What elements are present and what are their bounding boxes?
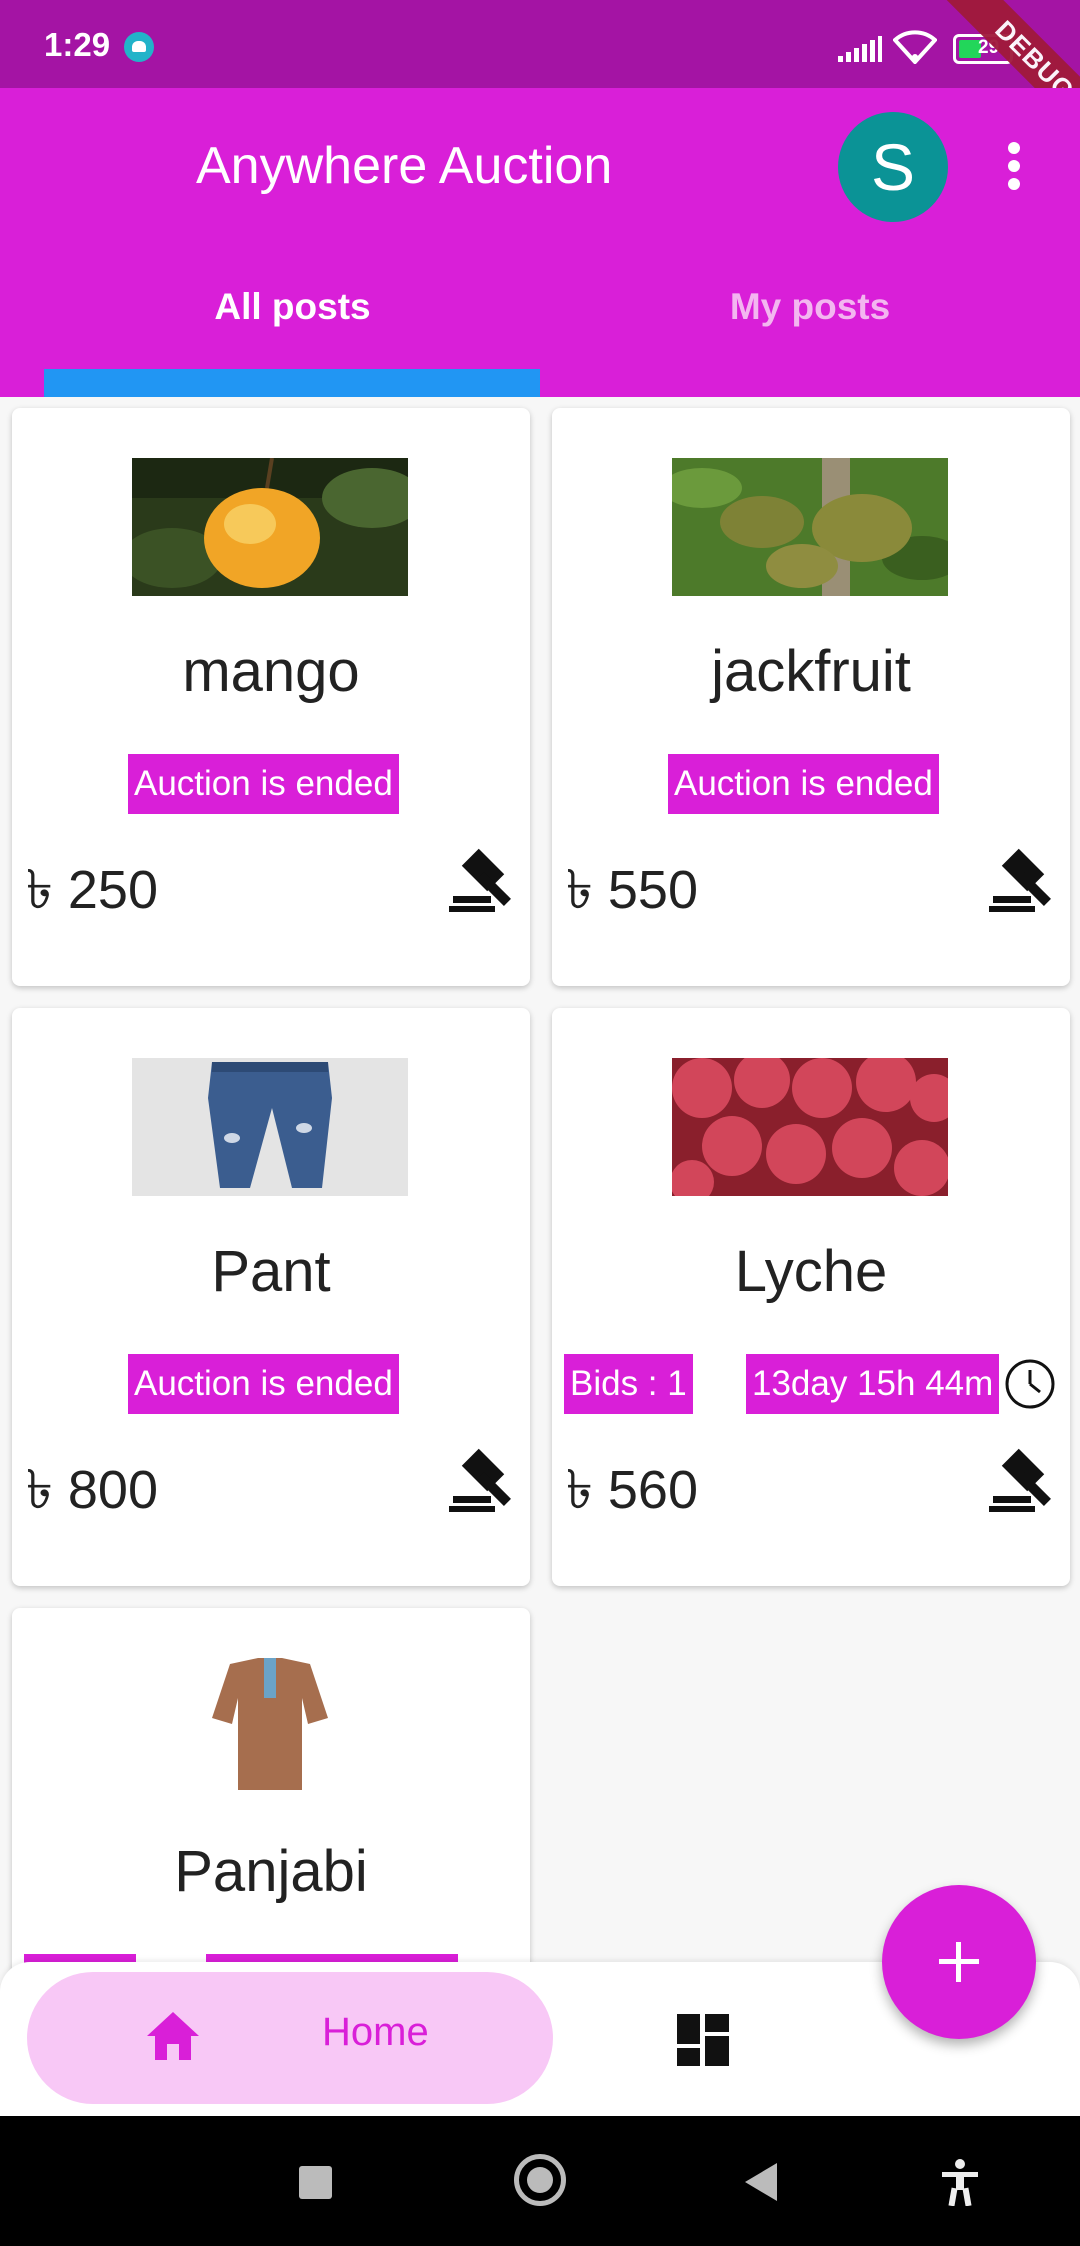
post-card-jackfruit[interactable]: jackfruit Auction is ended ৳ 550 — [552, 408, 1070, 986]
nav-home-label: Home — [322, 2010, 429, 2054]
auction-status-badge: Auction is ended — [128, 1354, 399, 1414]
post-price: ৳ 250 — [26, 860, 158, 920]
post-price: ৳ 800 — [26, 1460, 158, 1520]
gavel-icon[interactable] — [989, 840, 1065, 916]
nav-home[interactable]: Home — [27, 1972, 553, 2104]
app-title: Anywhere Auction — [196, 137, 613, 195]
system-nav-bar — [0, 2116, 1080, 2246]
accessibility-icon[interactable] — [938, 2158, 982, 2206]
tab-my-posts[interactable]: My posts — [540, 242, 1080, 372]
system-home-icon[interactable] — [514, 2154, 566, 2206]
status-bar: 1:29 29 DEBUG — [0, 0, 1080, 167]
gavel-icon[interactable] — [449, 1440, 525, 1516]
wifi-icon — [893, 30, 937, 64]
status-time: 1:29 — [44, 26, 111, 63]
post-name: jackfruit — [711, 639, 911, 704]
recent-apps-icon[interactable] — [299, 2166, 332, 2199]
mango-photo — [132, 458, 408, 596]
post-name: Panjabi — [174, 1839, 368, 1904]
post-card-mango[interactable]: mango Auction is ended ৳ 250 — [12, 408, 530, 986]
post-card-panjabi[interactable]: Panjabi — [12, 1608, 530, 2008]
tab-all-posts[interactable]: All posts — [0, 242, 585, 372]
dashboard-icon[interactable] — [677, 2014, 729, 2066]
add-post-button[interactable] — [882, 1885, 1036, 2039]
more-options-icon[interactable] — [1000, 142, 1028, 198]
post-price: ৳ 550 — [566, 860, 698, 920]
post-name: Lyche — [734, 1239, 888, 1304]
clock-icon — [1005, 1359, 1055, 1409]
panjabi-photo — [132, 1658, 408, 1796]
post-card-lyche[interactable]: Lyche Bids : 1 13day 15h 44m ৳ 560 — [552, 1008, 1070, 1586]
post-name: Pant — [211, 1239, 331, 1304]
tab-bar: All posts My posts — [0, 242, 1080, 397]
time-left-badge: 13day 15h 44m — [746, 1354, 1000, 1414]
signal-icon — [838, 36, 882, 62]
tab-indicator — [44, 369, 540, 397]
bids-count-badge: Bids : 1 — [564, 1354, 693, 1414]
user-avatar[interactable]: S — [838, 112, 948, 222]
gavel-icon[interactable] — [989, 1440, 1065, 1516]
jeans-photo — [132, 1058, 408, 1196]
post-card-pant[interactable]: Pant Auction is ended ৳ 800 — [12, 1008, 530, 1586]
auction-status-badge: Auction is ended — [668, 754, 939, 814]
android-notification-icon — [124, 32, 154, 62]
lychee-photo — [672, 1058, 948, 1196]
back-icon[interactable] — [745, 2163, 777, 2201]
post-name: mango — [182, 639, 360, 704]
home-icon — [147, 2012, 199, 2060]
post-price: ৳ 560 — [566, 1460, 698, 1520]
jackfruit-photo — [672, 458, 948, 596]
gavel-icon[interactable] — [449, 840, 525, 916]
auction-status-badge: Auction is ended — [128, 754, 399, 814]
app-bar: Anywhere Auction S — [0, 88, 1080, 242]
